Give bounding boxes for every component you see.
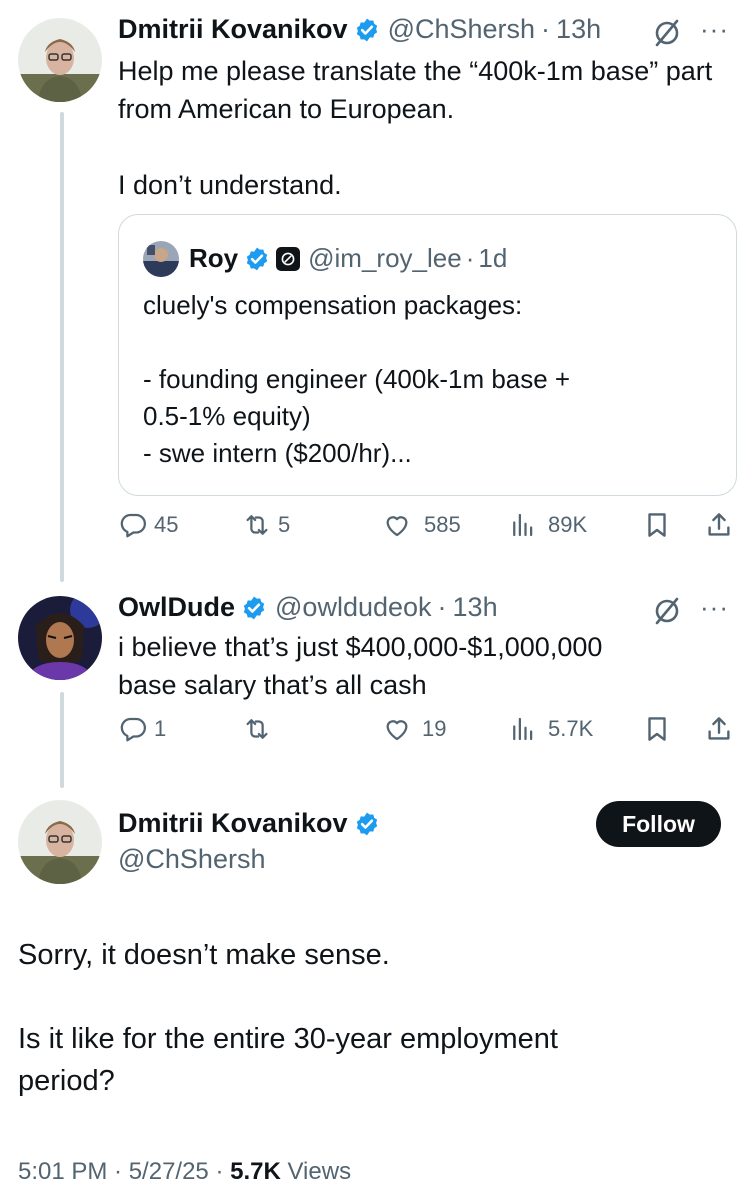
tweet-header: Dmitrii Kovanikov @ChShersh · 13h (118, 14, 601, 45)
tweet-text: Help me please translate the “400k-1m ba… (118, 56, 713, 200)
follow-button[interactable]: Follow (596, 801, 721, 847)
view-count: 5.7K (548, 716, 594, 741)
repost-button[interactable] (242, 714, 278, 744)
tweet-text: i believe that’s just $400,000-$1,000,00… (118, 632, 603, 700)
post-timestamp[interactable]: 5:01 PM · 5/27/25 · (18, 1158, 230, 1185)
author-name[interactable]: OwlDude (118, 592, 235, 623)
author-name[interactable]: Dmitrii Kovanikov (118, 14, 348, 45)
verified-icon (354, 811, 380, 837)
views-button[interactable]: 89K (508, 510, 587, 540)
author-handle[interactable]: @ChShersh (388, 14, 535, 45)
heart-icon (386, 516, 408, 537)
like-count: 19 (422, 716, 447, 741)
main-tweet-text: Sorry, it doesn’t make sense. Is it like… (18, 939, 558, 1097)
verified-icon (241, 595, 267, 621)
like-button[interactable]: 585 (382, 510, 461, 540)
quote-avatar (143, 241, 179, 277)
more-icon[interactable]: ··· (700, 14, 729, 45)
share-icon (708, 717, 730, 740)
author-name[interactable]: Dmitrii Kovanikov (118, 808, 348, 839)
verified-icon (354, 17, 380, 43)
verified-icon (244, 246, 270, 272)
repost-icon (246, 515, 268, 535)
bookmark-button[interactable] (642, 714, 672, 744)
bookmark-icon (648, 513, 666, 537)
bookmark-button[interactable] (642, 510, 672, 540)
like-count: 585 (424, 512, 461, 537)
reply-count: 1 (154, 716, 167, 741)
reply-icon (120, 717, 146, 742)
action-bar: 1 19 5.7K (118, 714, 737, 754)
thread-line (60, 692, 64, 788)
separator: · (541, 14, 551, 44)
heart-icon (386, 720, 408, 741)
tweet-meta: 5:01 PM · 5/27/25 · 5.7K Views (18, 1158, 351, 1186)
views-label: Views (280, 1158, 352, 1185)
reply-button[interactable]: 1 (118, 714, 166, 744)
more-icon[interactable]: ··· (700, 592, 729, 623)
grok-icon[interactable] (652, 596, 682, 626)
reply-count: 45 (154, 512, 179, 537)
repost-count: 5 (278, 512, 291, 537)
separator: · (465, 243, 475, 273)
main-tweet-header: Dmitrii Kovanikov (118, 808, 380, 839)
repost-button[interactable]: 5 (242, 510, 290, 540)
author-handle[interactable]: @owldudeok (275, 592, 432, 623)
view-count: 89K (548, 512, 588, 537)
views-icon (513, 717, 533, 741)
share-button[interactable] (704, 714, 734, 744)
quote-author-handle: @im_roy_lee (308, 243, 462, 273)
tweet-header: OwlDude @owldudeok · 13h (118, 592, 498, 623)
reply-icon (120, 513, 146, 538)
avatar[interactable] (18, 18, 102, 102)
repost-icon (246, 719, 268, 739)
author-handle[interactable]: @ChShersh (118, 844, 265, 875)
affiliate-badge-icon (276, 246, 301, 271)
quote-author-name: Roy (189, 243, 239, 273)
avatar[interactable] (18, 800, 102, 884)
views-icon (513, 513, 533, 537)
grok-icon[interactable] (652, 18, 682, 48)
quote-header: Roy @im_roy_lee · 1d (189, 243, 507, 274)
timestamp[interactable]: 13h (453, 592, 498, 623)
thread-line (60, 112, 64, 582)
like-button[interactable]: 19 (382, 714, 446, 744)
action-bar: 45 5 585 89K (118, 510, 737, 550)
share-button[interactable] (704, 510, 734, 540)
reply-button[interactable]: 45 (118, 510, 178, 540)
separator: · (437, 592, 447, 622)
quote-timestamp: 1d (478, 243, 508, 273)
quote-text: cluely's compensation packages: - foundi… (143, 290, 571, 468)
views-button[interactable]: 5.7K (508, 714, 593, 744)
views-count: 5.7K (230, 1158, 281, 1185)
main-handle-row: @ChShersh (118, 844, 265, 875)
timestamp[interactable]: 13h (556, 14, 601, 45)
avatar[interactable] (18, 596, 102, 680)
bookmark-icon (648, 717, 666, 741)
share-icon (708, 513, 730, 536)
quoted-tweet[interactable]: Roy @im_roy_lee · 1d cluely's compensati… (118, 214, 737, 496)
